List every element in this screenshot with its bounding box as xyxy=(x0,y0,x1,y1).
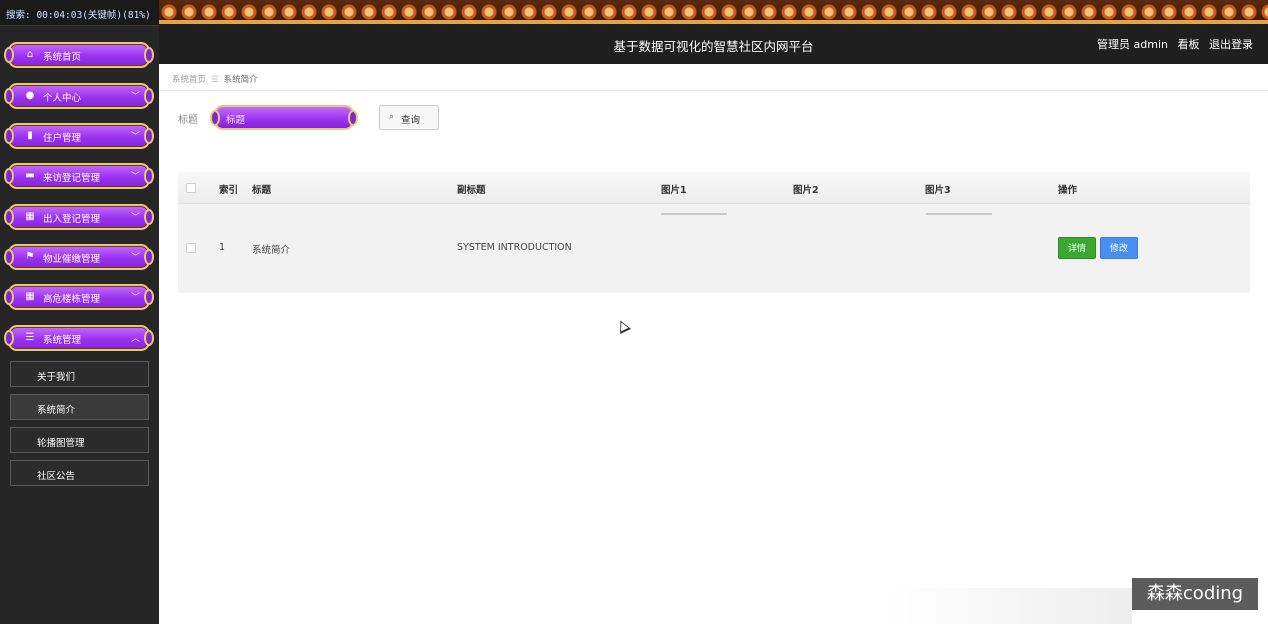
detail-button[interactable]: 详情 xyxy=(1058,237,1096,259)
home-icon: ⌂ xyxy=(26,49,34,60)
chevron-down-icon: ﹀ xyxy=(130,132,140,142)
sidebar-subitem-label: 关于我们 xyxy=(37,372,76,383)
sidebar-item-personal-center[interactable]: ● 个人中心 ﹀ xyxy=(4,81,154,111)
row-image3-thumbnail xyxy=(926,213,992,215)
sidebar: 搜索: 00:04:03(关键帧)(81%) ⌂ 系统首页 ● 个人中心 ﹀ ▮… xyxy=(0,0,159,624)
monitor-icon: ▬ xyxy=(25,170,35,181)
sidebar-subitem-about-us[interactable]: 关于我们 xyxy=(10,361,149,387)
row-checkbox[interactable] xyxy=(186,243,196,253)
sidebar-subitem-label: 社区公告 xyxy=(37,471,76,482)
dashboard-link[interactable]: 看板 xyxy=(1178,38,1200,51)
grid-icon: ▦ xyxy=(25,211,35,222)
chevron-down-icon: ﹀ xyxy=(130,253,140,263)
sidebar-item-label: 系统管理 xyxy=(43,335,82,346)
chevron-down-icon: ﹀ xyxy=(130,293,140,303)
breadcrumb-current: 系统简介 xyxy=(223,75,258,85)
status-text: 搜索: 00:04:03(关键帧)(81%) xyxy=(6,10,151,21)
column-header-index: 索引 xyxy=(219,185,239,196)
row-title: 系统简介 xyxy=(252,245,291,256)
sidebar-item-label: 住户管理 xyxy=(43,133,82,144)
column-header-image3: 图片3 xyxy=(925,185,951,196)
row-subtitle: SYSTEM INTRODUCTION xyxy=(457,242,572,253)
query-button[interactable]: ⌕ 查询 xyxy=(379,105,439,130)
chevron-up-icon: ︿ xyxy=(130,334,140,344)
column-header-image1: 图片1 xyxy=(661,185,687,196)
sidebar-item-label: 系统首页 xyxy=(43,52,82,63)
row-index: 1 xyxy=(219,242,226,253)
breadcrumb: 系统首页 ☰ 系统简介 xyxy=(172,73,258,85)
sidebar-subitem-carousel[interactable]: 轮播图管理 xyxy=(10,427,149,453)
sidebar-item-label: 来访登记管理 xyxy=(43,173,101,184)
sidebar-subitem-label: 轮播图管理 xyxy=(37,438,85,449)
status-bar: 搜索: 00:04:03(关键帧)(81%) xyxy=(0,0,159,26)
column-header-image2: 图片2 xyxy=(793,185,819,196)
flag-icon: ⚑ xyxy=(25,251,35,262)
current-user: 管理员 admin xyxy=(1097,38,1168,51)
chevron-down-icon: ﹀ xyxy=(130,213,140,223)
logout-link[interactable]: 退出登录 xyxy=(1209,38,1253,51)
search-label: 标题 xyxy=(178,115,198,126)
main-content: 系统首页 ☰ 系统简介 标题 标题 ⌕ 查询 索引 标题 副标题 图片1 图片2 图… xyxy=(159,64,1268,624)
sidebar-item-system-management[interactable]: ☰ 系统管理 ︿ xyxy=(4,323,154,353)
breadcrumb-separator-icon: ☰ xyxy=(211,75,219,85)
sidebar-item-visitor-registration[interactable]: ▬ 来访登记管理 ﹀ xyxy=(4,161,154,191)
grid-icon: ▦ xyxy=(25,291,35,302)
sidebar-subitem-announcements[interactable]: 社区公告 xyxy=(10,460,149,486)
sidebar-item-property-fees[interactable]: ⚑ 物业催缴管理 ﹀ xyxy=(4,242,154,272)
chevron-down-icon: ﹀ xyxy=(130,92,140,102)
sidebar-item-label: 个人中心 xyxy=(43,93,82,104)
header-user-area: 管理员 admin 看板 退出登录 xyxy=(1091,36,1253,52)
row-image1-thumbnail xyxy=(661,213,727,215)
breadcrumb-home[interactable]: 系统首页 xyxy=(172,75,206,85)
sidebar-item-entry-exit[interactable]: ▦ 出入登记管理 ﹀ xyxy=(4,202,154,232)
chart-icon: ▮ xyxy=(27,130,33,141)
sidebar-item-label: 高危楼栋管理 xyxy=(43,294,101,305)
title-search-input[interactable]: 标题 xyxy=(226,112,245,126)
chevron-down-icon: ﹀ xyxy=(130,172,140,182)
sidebar-item-label: 物业催缴管理 xyxy=(43,254,101,265)
select-all-checkbox[interactable] xyxy=(186,183,196,193)
query-button-label: 查询 xyxy=(401,115,421,126)
edit-button[interactable]: 修改 xyxy=(1100,237,1138,259)
column-header-actions: 操作 xyxy=(1058,185,1078,196)
sidebar-item-residents[interactable]: ▮ 住户管理 ﹀ xyxy=(4,121,154,151)
divider xyxy=(159,90,1268,91)
sidebar-item-high-risk-buildings[interactable]: ▦ 高危楼栋管理 ﹀ xyxy=(4,282,154,312)
sidebar-item-home[interactable]: ⌂ 系统首页 xyxy=(4,40,154,70)
top-header: 基于数据可视化的智慧社区内网平台 管理员 admin 看板 退出登录 xyxy=(159,24,1268,64)
sidebar-item-label: 出入登记管理 xyxy=(43,214,101,225)
watermark: 森森coding xyxy=(1132,578,1258,610)
title-search-field[interactable]: 标题 xyxy=(210,104,358,132)
bottom-overlay xyxy=(887,588,1132,624)
column-header-subtitle: 副标题 xyxy=(457,185,486,196)
sidebar-subitem-label: 系统简介 xyxy=(37,405,76,416)
decorative-banner xyxy=(159,0,1268,24)
data-table: 索引 标题 副标题 图片1 图片2 图片3 操作 1 系统简介 SYSTEM I… xyxy=(178,172,1250,293)
user-icon: ● xyxy=(25,90,35,101)
sliders-icon: ☰ xyxy=(25,332,35,343)
sidebar-subitem-system-intro[interactable]: 系统简介 xyxy=(10,394,149,420)
table-header: 索引 标题 副标题 图片1 图片2 图片3 操作 xyxy=(178,172,1250,204)
page: 搜索: 00:04:03(关键帧)(81%) ⌂ 系统首页 ● 个人中心 ﹀ ▮… xyxy=(0,0,1268,624)
search-icon: ⌕ xyxy=(389,112,395,122)
column-header-title: 标题 xyxy=(252,185,272,196)
